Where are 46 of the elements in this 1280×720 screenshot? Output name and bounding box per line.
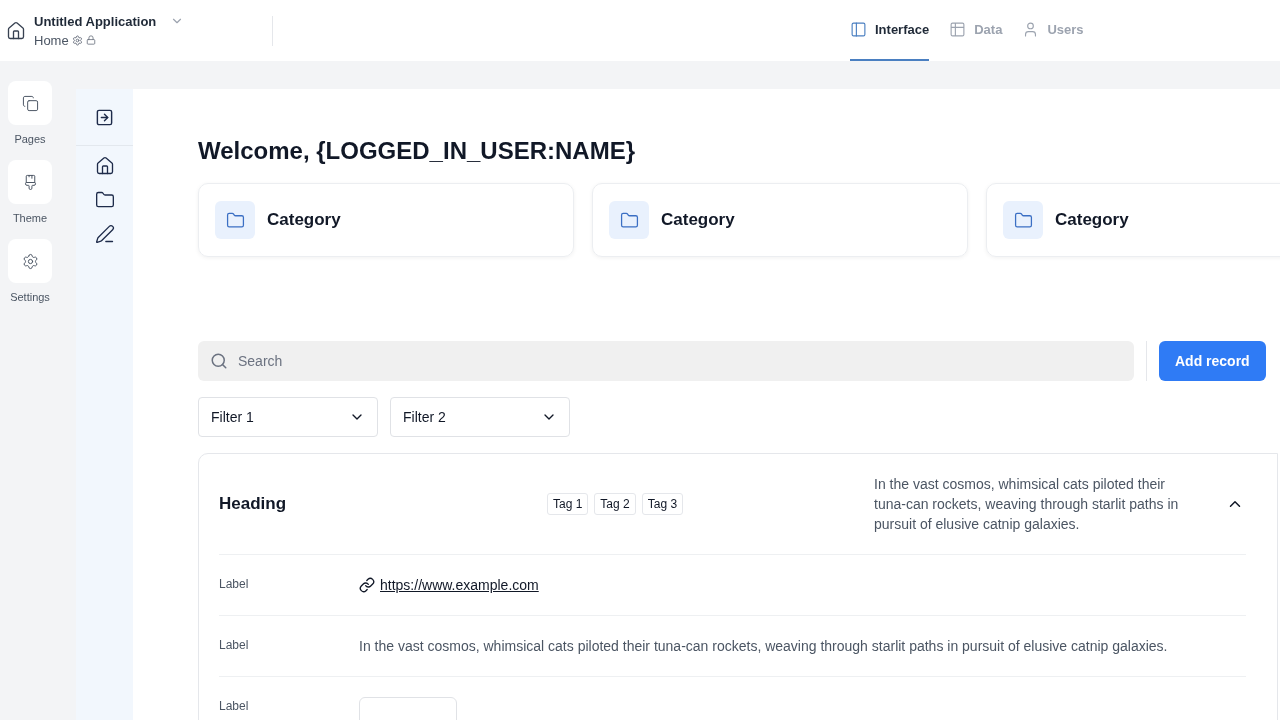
pages-icon [21,94,39,112]
rail-label: Theme [12,212,48,224]
rail-button[interactable] [8,239,52,283]
home-icon[interactable] [94,156,115,176]
folder-icon [215,201,255,239]
link-icon [359,577,375,593]
category-label: Category [267,210,341,230]
search-icon [210,352,228,370]
record-heading: Heading [219,494,288,514]
record-description: In the vast cosmos, whimsical cats piloted their tuna-can rockets, weaving through starlit paths in pursuit of elusive catnip galaxies. [874,475,1180,534]
rail-button[interactable] [8,81,52,125]
panel-icon [850,21,867,38]
field-value: In the vast cosmos, whimsical cats piloted their tuna-can rockets, weaving through starlit paths in pursuit of elusive catnip galaxies. [359,638,1168,654]
category-card[interactable]: Category [198,183,574,257]
folder-icon [1003,201,1043,239]
page-name: Home [34,32,69,48]
field-label: Label [219,698,250,713]
settings-icon [21,252,39,270]
field-label: Label [219,637,250,652]
add-record-button[interactable]: Add record [1159,341,1266,381]
category-label: Category [1055,210,1129,230]
arrow-right-square-icon[interactable] [95,107,114,127]
folder-icon [609,201,649,239]
field-label: Label [219,576,250,591]
filter-dropdown[interactable]: Filter 2 [390,397,570,437]
folder-icon[interactable] [94,190,115,210]
search-field[interactable]: Search [198,341,1134,381]
category-label: Category [661,210,735,230]
category-card[interactable]: Category [592,183,968,257]
tag: Tag 3 [641,493,684,515]
category-card[interactable]: Category [986,183,1280,257]
welcome-heading: Welcome, {LOGGED_IN_USER:NAME} [198,137,636,165]
pen-icon[interactable] [94,224,115,244]
filter-dropdown[interactable]: Filter 1 [198,397,378,437]
tag: Tag 2 [594,493,636,515]
app-title: Untitled Application [34,13,157,29]
rail-label: Pages [14,133,46,145]
rail-label: Settings [10,291,50,303]
home-icon[interactable] [6,20,26,41]
settings-icon[interactable] [71,34,83,46]
tag: Tag 1 [547,493,589,515]
url-link[interactable]: https://www.example.com [380,577,539,593]
tab[interactable]: Interface [850,0,930,61]
table-icon [949,21,967,38]
lock-icon [85,35,96,45]
rail-button[interactable] [8,160,52,204]
